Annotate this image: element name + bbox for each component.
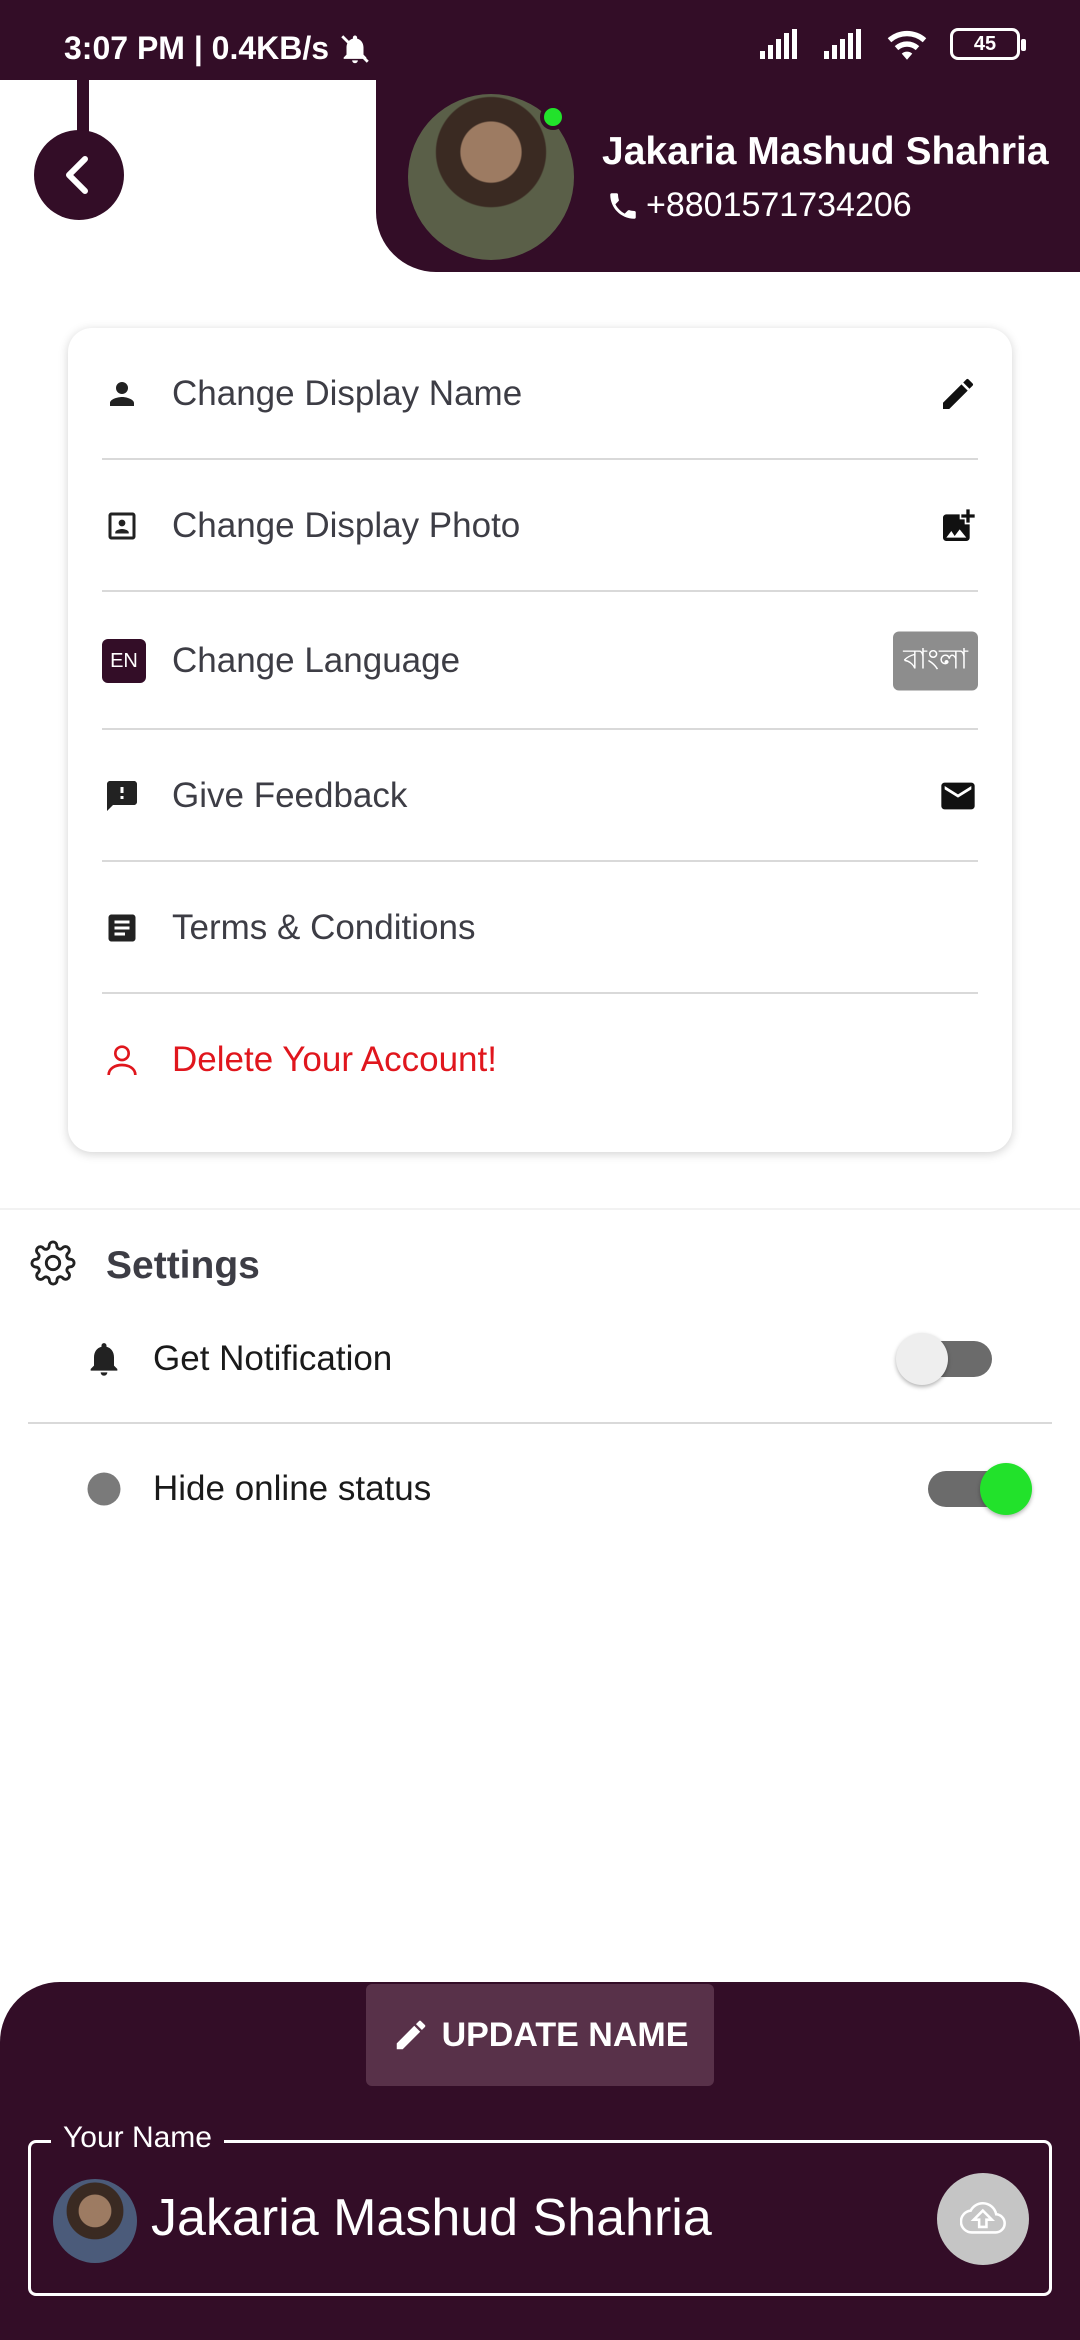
document-icon [102,908,142,948]
menu-item-delete-account[interactable]: Delete Your Account! [102,994,978,1126]
setting-label: Hide online status [153,1469,432,1508]
name-input[interactable]: Jakaria Mashud Shahria [151,2188,712,2248]
setting-get-notification: Get Notification [28,1294,1052,1424]
menu-item-change-display-name[interactable]: Change Display Name [102,328,978,460]
setting-hide-online-status: Hide online status [28,1424,1052,1554]
phone-icon [610,192,636,219]
online-indicator [540,104,566,130]
menu-item-label: Terms & Conditions [172,908,476,947]
menu-item-label: Change Display Name [172,374,523,413]
mail-icon[interactable] [938,776,978,816]
dot-icon [87,1472,121,1506]
chevron-left-icon [66,156,88,194]
setting-label: Get Notification [153,1339,393,1378]
update-name-label: UPDATE NAME [441,2015,689,2054]
profile-menu-card: Change Display Name Change Display Photo… [68,328,1012,1152]
pencil-icon [396,2020,425,2050]
menu-item-label: Delete Your Account! [172,1040,497,1079]
mute-icon [341,35,369,64]
person-icon [102,374,142,414]
notification-toggle[interactable] [896,1333,992,1385]
cloud-upload-icon [960,2202,1006,2234]
menu-item-label: Give Feedback [172,776,408,815]
wifi-icon [887,30,927,60]
feedback-icon [102,776,142,816]
language-toggle-button[interactable]: বাংলা [893,631,978,691]
name-field-label: Your Name [51,2121,224,2155]
user-phone: +8801571734206 [606,186,912,225]
online-status-toggle[interactable] [928,1463,1032,1515]
menu-item-terms-conditions[interactable]: Terms & Conditions [102,862,978,994]
pencil-icon[interactable] [938,374,978,414]
language-badge: EN [102,639,146,683]
status-icons: 45 [758,28,1026,60]
menu-item-label: Change Display Photo [172,506,521,545]
status-time: 3:07 PM | 0.4KB/s [64,30,330,66]
add-photo-icon[interactable] [938,506,978,546]
battery-icon: 45 [950,28,1026,60]
bell-icon [90,1343,118,1376]
user-name: Jakaria Mashud Shahria [602,130,1049,173]
person-outline-icon [102,1040,142,1080]
signal-icon [760,29,797,59]
menu-item-change-display-photo[interactable]: Change Display Photo [102,460,978,592]
avatar [53,2179,137,2263]
menu-item-label: Change Language [172,641,461,680]
gear-icon [30,1240,76,1286]
toggle-knob [896,1333,948,1385]
back-button[interactable] [34,130,124,220]
menu-item-change-language[interactable]: EN Change Language বাংলা [102,592,978,730]
update-name-button[interactable]: UPDATE NAME [366,1984,714,2086]
menu-item-give-feedback[interactable]: Give Feedback [102,730,978,862]
toggle-knob [980,1463,1032,1515]
upload-button[interactable] [937,2173,1029,2265]
name-field[interactable]: Your Name Jakaria Mashud Shahria [28,2121,1052,2296]
settings-title: Settings [106,1244,260,1287]
signal-icon [824,29,861,59]
section-divider [0,1208,1080,1210]
phone-number: +8801571734206 [646,186,912,224]
status-bar: 3:07 PM | 0.4KB/s 45 [0,0,1080,80]
portrait-icon [102,506,142,546]
